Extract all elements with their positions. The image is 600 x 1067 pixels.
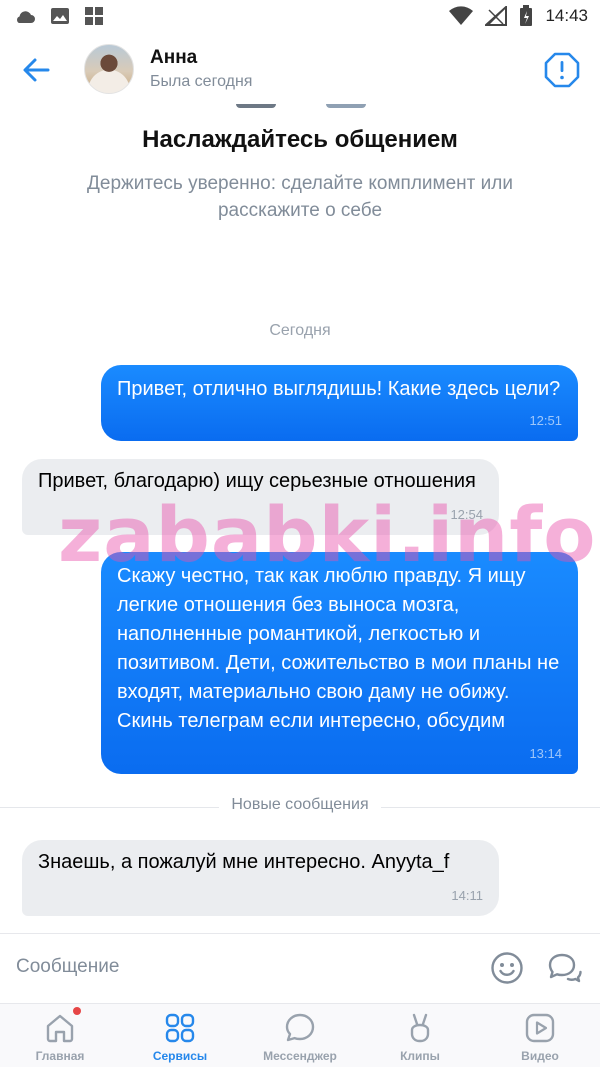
report-icon[interactable] <box>544 52 580 88</box>
tab-messenger[interactable]: Мессенджер <box>240 1004 360 1067</box>
cloud-icon <box>17 11 35 23</box>
tab-video[interactable]: Видео <box>480 1004 600 1067</box>
bottom-navigation: Главная Сервисы Мессенджер Клипы Видео <box>0 1003 600 1067</box>
intro-title: Наслаждайтесь общением <box>142 126 458 153</box>
intro-text: Держитесь уверенно: сделайте комплимент … <box>87 173 513 221</box>
incoming-message[interactable]: Привет, благодарю) ищу серьезные отношен… <box>22 459 499 535</box>
message-composer: Сообщение <box>0 933 600 1003</box>
apps-icon <box>85 7 103 25</box>
outgoing-message[interactable]: Привет, отлично выглядишь! Какие здесь ц… <box>101 365 578 441</box>
message-text: Привет, отлично выглядишь! Какие здесь ц… <box>117 378 561 400</box>
status-bar: 14:43 <box>0 0 600 34</box>
video-icon <box>525 1013 555 1043</box>
contact-status: Была сегодня <box>150 73 253 90</box>
intro-illustration-edge <box>326 104 366 108</box>
day-separator: Сегодня <box>269 322 331 339</box>
tab-services[interactable]: Сервисы <box>120 1004 240 1067</box>
new-messages-separator: Новые сообщения <box>0 796 600 818</box>
chat-header: Анна Была сегодня <box>0 34 600 106</box>
message-time: 14:11 <box>451 888 483 903</box>
signal-icon <box>485 6 508 26</box>
tab-label: Клипы <box>400 1049 440 1063</box>
tab-home[interactable]: Главная <box>0 1004 120 1067</box>
tab-label: Сервисы <box>152 1049 208 1063</box>
voice-message-icon[interactable] <box>546 951 582 985</box>
battery-icon <box>520 5 533 26</box>
contact-name[interactable]: Анна <box>150 47 197 69</box>
message-time: 12:51 <box>529 413 562 428</box>
home-icon <box>46 1014 74 1043</box>
message-text: Скажу честно, так как люблю правду. Я ищ… <box>117 565 560 732</box>
incoming-message[interactable]: Знаешь, а пожалуй мне интересно. Anyyta_… <box>22 840 499 916</box>
tab-label: Мессенджер <box>263 1049 337 1063</box>
emoji-icon[interactable] <box>490 951 524 985</box>
message-time: 12:54 <box>450 507 483 522</box>
wifi-icon <box>449 6 474 26</box>
message-text: Привет, благодарю) ищу серьезные отношен… <box>38 470 476 492</box>
image-icon <box>51 8 69 24</box>
message-text: Знаешь, а пожалуй мне интересно. Anyyta_… <box>38 851 450 873</box>
new-messages-label: Новые сообщения <box>219 796 381 813</box>
tab-label: Главная <box>35 1049 85 1063</box>
messenger-icon <box>285 1013 315 1042</box>
back-arrow-icon[interactable] <box>18 54 54 86</box>
tab-clips[interactable]: Клипы <box>360 1004 480 1067</box>
status-time: 14:43 <box>545 6 588 25</box>
intro-illustration-edge <box>236 104 276 108</box>
clips-icon <box>410 1013 430 1043</box>
avatar[interactable] <box>84 44 134 94</box>
message-input[interactable]: Сообщение <box>16 956 119 978</box>
message-time: 13:14 <box>529 746 562 761</box>
tab-label: Видео <box>521 1049 559 1063</box>
services-icon <box>165 1013 195 1043</box>
outgoing-message[interactable]: Скажу честно, так как люблю правду. Я ищ… <box>101 552 578 774</box>
